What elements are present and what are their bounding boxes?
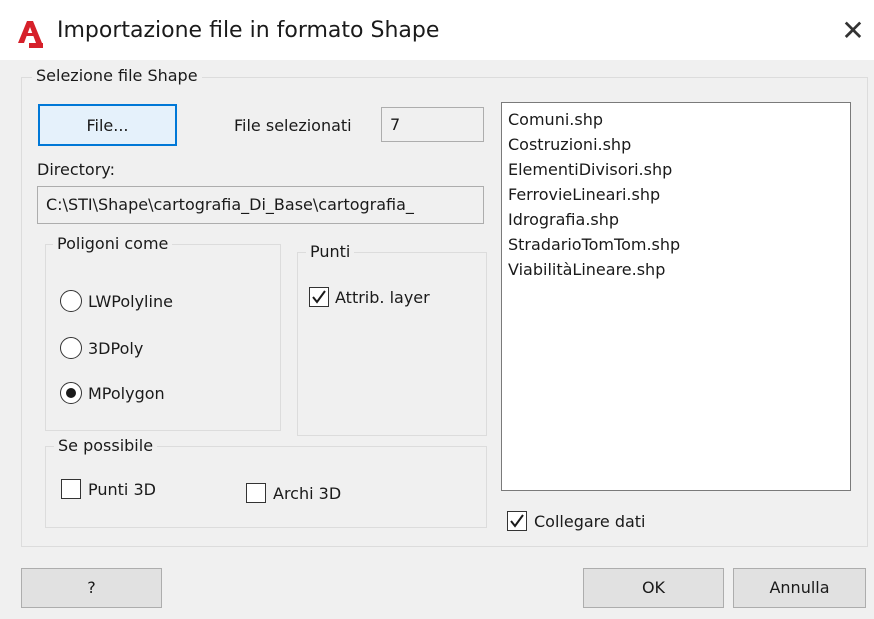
radio-selected-dot bbox=[66, 388, 76, 398]
file-list-item[interactable]: ElementiDivisori.shp bbox=[508, 157, 850, 182]
files-selected-count-field: 7 bbox=[381, 107, 484, 142]
mpolygon-label: MPolygon bbox=[88, 384, 165, 403]
lwpolyline-radio[interactable] bbox=[60, 290, 82, 312]
file-browse-button[interactable]: File... bbox=[38, 104, 177, 146]
file-list-item[interactable]: StradarioTomTom.shp bbox=[508, 232, 850, 257]
arcs-3d-checkbox[interactable] bbox=[246, 483, 266, 503]
ok-button[interactable]: OK bbox=[583, 568, 724, 608]
file-list-item[interactable]: FerrovieLineari.shp bbox=[508, 182, 850, 207]
directory-label: Directory: bbox=[37, 160, 115, 179]
window-title: Importazione file in formato Shape bbox=[57, 18, 440, 43]
files-selected-label: File selezionati bbox=[234, 116, 352, 135]
3dpoly-radio[interactable] bbox=[60, 337, 82, 359]
3dpoly-label: 3DPoly bbox=[88, 339, 144, 358]
if-possible-label: Se possibile bbox=[54, 436, 158, 455]
checkmark-icon bbox=[510, 514, 524, 528]
file-list-item[interactable]: Idrografia.shp bbox=[508, 207, 850, 232]
shape-file-list[interactable]: Comuni.shp Costruzioni.shp ElementiDivis… bbox=[501, 102, 851, 491]
mpolygon-radio[interactable] bbox=[60, 382, 82, 404]
attrib-layer-label: Attrib. layer bbox=[335, 288, 430, 307]
points-group bbox=[297, 252, 487, 436]
points-3d-checkbox[interactable] bbox=[61, 479, 81, 499]
help-button[interactable]: ? bbox=[21, 568, 162, 608]
cancel-button[interactable]: Annulla bbox=[733, 568, 866, 608]
link-data-label: Collegare dati bbox=[534, 512, 646, 531]
link-data-checkbox[interactable] bbox=[507, 511, 527, 531]
lwpolyline-label: LWPolyline bbox=[88, 292, 173, 311]
file-list-item[interactable]: ViabilitàLineare.shp bbox=[508, 257, 850, 282]
shape-file-selection-label: Selezione file Shape bbox=[32, 66, 202, 85]
autocad-app-icon bbox=[15, 19, 45, 49]
points-label: Punti bbox=[306, 242, 355, 261]
close-icon[interactable]: ✕ bbox=[838, 14, 868, 48]
file-list-item[interactable]: Comuni.shp bbox=[508, 107, 850, 132]
polygons-as-label: Poligoni come bbox=[53, 234, 173, 253]
checkmark-icon bbox=[312, 290, 326, 304]
directory-path-field[interactable]: C:\STI\Shape\cartografia_Di_Base\cartogr… bbox=[37, 186, 484, 224]
file-list-item[interactable]: Costruzioni.shp bbox=[508, 132, 850, 157]
arcs-3d-label: Archi 3D bbox=[273, 484, 342, 503]
attrib-layer-checkbox[interactable] bbox=[309, 287, 329, 307]
points-3d-label: Punti 3D bbox=[88, 480, 156, 499]
